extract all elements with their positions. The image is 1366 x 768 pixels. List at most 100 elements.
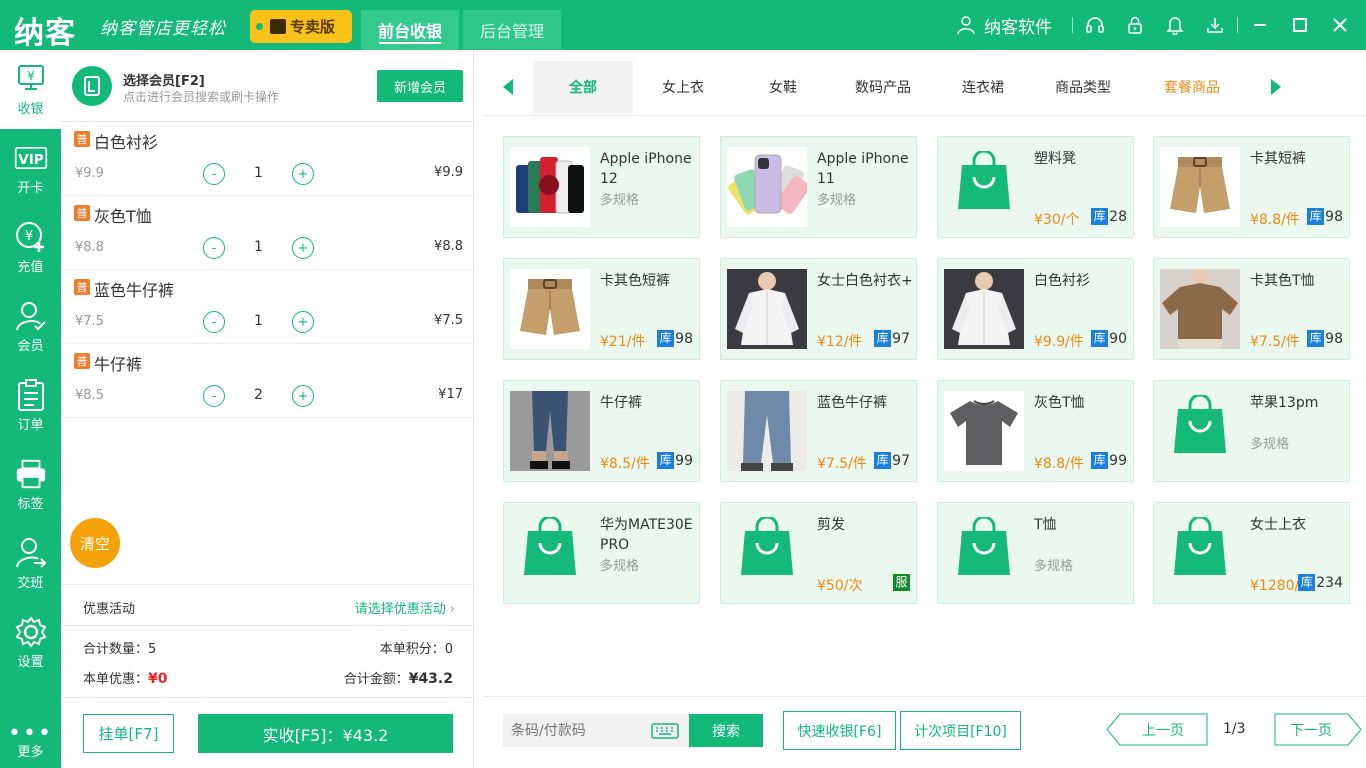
decrease-qty-button[interactable]: - bbox=[203, 385, 225, 407]
category-tab[interactable]: 连衣裙 bbox=[933, 61, 1033, 113]
category-next-button[interactable] bbox=[1251, 61, 1301, 113]
product-card[interactable]: Apple iPhone 11 多规格 bbox=[720, 136, 917, 238]
increase-qty-button[interactable]: + bbox=[292, 311, 314, 333]
next-page-button[interactable]: 下一页 bbox=[1274, 713, 1362, 746]
category-tab[interactable]: 女上衣 bbox=[633, 61, 733, 113]
order-summary: 合计数量：5 本单积分：0 本单优惠：¥0 合计金额：¥43.2 bbox=[61, 626, 473, 698]
product-card[interactable]: 剪发 ¥50/次 服 bbox=[720, 502, 917, 604]
add-member-button[interactable]: 新增会员 bbox=[377, 70, 463, 102]
clear-cart-button[interactable]: 清空 bbox=[70, 518, 120, 568]
count-items-button[interactable]: 计次项目[F10] bbox=[900, 711, 1021, 750]
product-card[interactable]: 蓝色牛仔裤 ¥7.5/件库 97 bbox=[720, 380, 917, 482]
member-icon bbox=[14, 299, 48, 333]
product-card[interactable]: 华为MATE30E PRO 多规格 bbox=[503, 502, 700, 604]
cart-item-name: 白色衬衫 bbox=[94, 133, 159, 152]
user-menu[interactable]: 纳客软件 bbox=[956, 13, 1052, 38]
increase-qty-button[interactable]: + bbox=[292, 237, 314, 259]
product-card[interactable]: 白色衬衫 ¥9.9/件库 90 bbox=[937, 258, 1134, 360]
stock-value: 97 bbox=[892, 452, 910, 469]
promotion-select[interactable]: 请选择优惠活动 › bbox=[355, 598, 455, 617]
product-name: 灰色T恤 bbox=[1034, 395, 1085, 411]
member-select[interactable]: 选择会员[F2] 点击进行会员搜索或刷卡操作 新增会员 bbox=[61, 50, 473, 122]
cart-item-name: 蓝色牛仔裤 bbox=[94, 281, 175, 300]
sidebar-item-label: 交班 bbox=[17, 576, 44, 591]
product-card[interactable]: 塑料凳 ¥30/个库 28 bbox=[937, 136, 1134, 238]
category-tab[interactable]: 数码产品 bbox=[833, 61, 933, 113]
cart-item[interactable]: 普 蓝色牛仔裤 ¥7.5 - 1 + ¥7.5 bbox=[61, 270, 473, 344]
keyboard-icon[interactable] bbox=[651, 723, 679, 739]
minimize-icon[interactable] bbox=[1240, 17, 1280, 33]
decrease-qty-button[interactable]: - bbox=[203, 163, 225, 185]
download-icon[interactable] bbox=[1195, 15, 1235, 35]
cart-actions: 挂单[F7] 实收[F5]：¥43.2 bbox=[61, 697, 473, 768]
decrease-qty-button[interactable]: - bbox=[203, 237, 225, 259]
sidebar-item-cashier[interactable]: ¥ 收银 bbox=[0, 50, 61, 129]
decrease-qty-button[interactable]: - bbox=[203, 311, 225, 333]
gear-icon bbox=[14, 615, 48, 649]
close-icon[interactable] bbox=[1320, 17, 1360, 33]
prev-page-button[interactable]: 上一页 bbox=[1106, 713, 1208, 746]
bell-icon[interactable] bbox=[1155, 15, 1195, 35]
regular-tag: 普 bbox=[74, 279, 90, 295]
edition-label: 专卖版 bbox=[290, 18, 336, 36]
category-tab[interactable]: 女鞋 bbox=[733, 61, 833, 113]
quick-checkout-button[interactable]: 快速收银[F6] bbox=[783, 711, 896, 750]
product-card[interactable]: 苹果13pm 多规格 bbox=[1153, 380, 1350, 482]
cart-item[interactable]: 普 灰色T恤 ¥8.8 - 1 + ¥8.8 bbox=[61, 196, 473, 270]
product-card[interactable]: T恤 多规格 bbox=[937, 502, 1134, 604]
cart-item-qty[interactable]: 1 bbox=[246, 313, 271, 329]
category-tab[interactable]: 商品类型 bbox=[1033, 61, 1133, 113]
search-button[interactable]: 搜索 bbox=[689, 714, 763, 747]
increase-qty-button[interactable]: + bbox=[292, 163, 314, 185]
cart-item-qty[interactable]: 2 bbox=[246, 387, 271, 403]
category-tab-all[interactable]: 全部 bbox=[533, 61, 633, 113]
sidebar-item-recharge[interactable]: ¥ 充值 bbox=[0, 208, 61, 287]
user-icon bbox=[957, 16, 975, 35]
product-name: 卡其色短裤 bbox=[600, 273, 670, 289]
total-count: 合计数量：5 bbox=[83, 638, 156, 657]
product-card[interactable]: 牛仔裤 ¥8.5/件库 99 bbox=[503, 380, 700, 482]
product-name: 华为MATE30E PRO bbox=[600, 517, 693, 553]
tab-front-cashier[interactable]: 前台收银 bbox=[361, 10, 459, 50]
headset-icon[interactable] bbox=[1075, 15, 1115, 35]
product-price: ¥12/件 bbox=[817, 334, 863, 350]
sidebar-item-handover[interactable]: 交班 bbox=[0, 524, 61, 603]
increase-qty-button[interactable]: + bbox=[292, 385, 314, 407]
order-discount-value: ¥0 bbox=[148, 671, 168, 687]
shopping-bag-icon bbox=[956, 515, 1012, 581]
sidebar-item-label-print[interactable]: 标签 bbox=[0, 445, 61, 524]
product-name: 剪发 bbox=[817, 517, 845, 533]
product-name: 卡其色T恤 bbox=[1250, 273, 1315, 289]
sidebar-item-settings[interactable]: 设置 bbox=[0, 603, 61, 682]
product-card[interactable]: 卡其色短裤 ¥21/件库 98 bbox=[503, 258, 700, 360]
cart-item[interactable]: 普 牛仔裤 ¥8.5 - 2 + ¥17 bbox=[61, 344, 473, 418]
product-card[interactable]: 女士白色衬衣+ ¥12/件库 97 bbox=[720, 258, 917, 360]
product-card[interactable]: Apple iPhone 12 多规格 bbox=[503, 136, 700, 238]
product-card[interactable]: 卡其短裤 ¥8.8/件库 98 bbox=[1153, 136, 1350, 238]
category-tab-package[interactable]: 套餐商品 bbox=[1133, 61, 1251, 113]
app-slogan: 纳客管店更轻松 bbox=[100, 19, 226, 39]
tab-back-management[interactable]: 后台管理 bbox=[463, 10, 561, 50]
product-card[interactable]: 女士上衣 ¥1280/件库 234 bbox=[1153, 502, 1350, 604]
chevron-right-icon: › bbox=[449, 602, 455, 617]
pay-button[interactable]: 实收[F5]：¥43.2 bbox=[198, 714, 453, 753]
sidebar-item-order[interactable]: 订单 bbox=[0, 366, 61, 445]
maximize-icon[interactable] bbox=[1280, 17, 1320, 33]
product-card[interactable]: 卡其色T恤 ¥7.5/件库 98 bbox=[1153, 258, 1350, 360]
category-prev-button[interactable] bbox=[483, 61, 533, 113]
cart-item-subtotal: ¥9.9 bbox=[434, 165, 463, 180]
promotion-row[interactable]: 优惠活动 请选择优惠活动 › bbox=[61, 584, 473, 626]
hang-order-button[interactable]: 挂单[F7] bbox=[83, 714, 174, 753]
sidebar-item-member[interactable]: 会员 bbox=[0, 287, 61, 366]
product-card[interactable]: 灰色T恤 ¥8.8/件库 99 bbox=[937, 380, 1134, 482]
cart-item[interactable]: 普 白色衬衫 ¥9.9 - 1 + ¥9.9 bbox=[61, 122, 473, 196]
cart-item-qty[interactable]: 1 bbox=[246, 239, 271, 255]
sidebar-item-vip[interactable]: VIP 开卡 bbox=[0, 129, 61, 208]
regular-tag: 普 bbox=[74, 205, 90, 221]
product-price: ¥8.8/件 bbox=[1034, 456, 1084, 472]
lock-icon[interactable] bbox=[1115, 15, 1155, 35]
cart-item-qty[interactable]: 1 bbox=[246, 165, 271, 181]
sidebar-more[interactable]: ••• 更多 bbox=[0, 723, 61, 761]
cart-item-subtotal: ¥8.8 bbox=[434, 239, 463, 254]
product-name: 白色衬衫 bbox=[1034, 273, 1090, 289]
